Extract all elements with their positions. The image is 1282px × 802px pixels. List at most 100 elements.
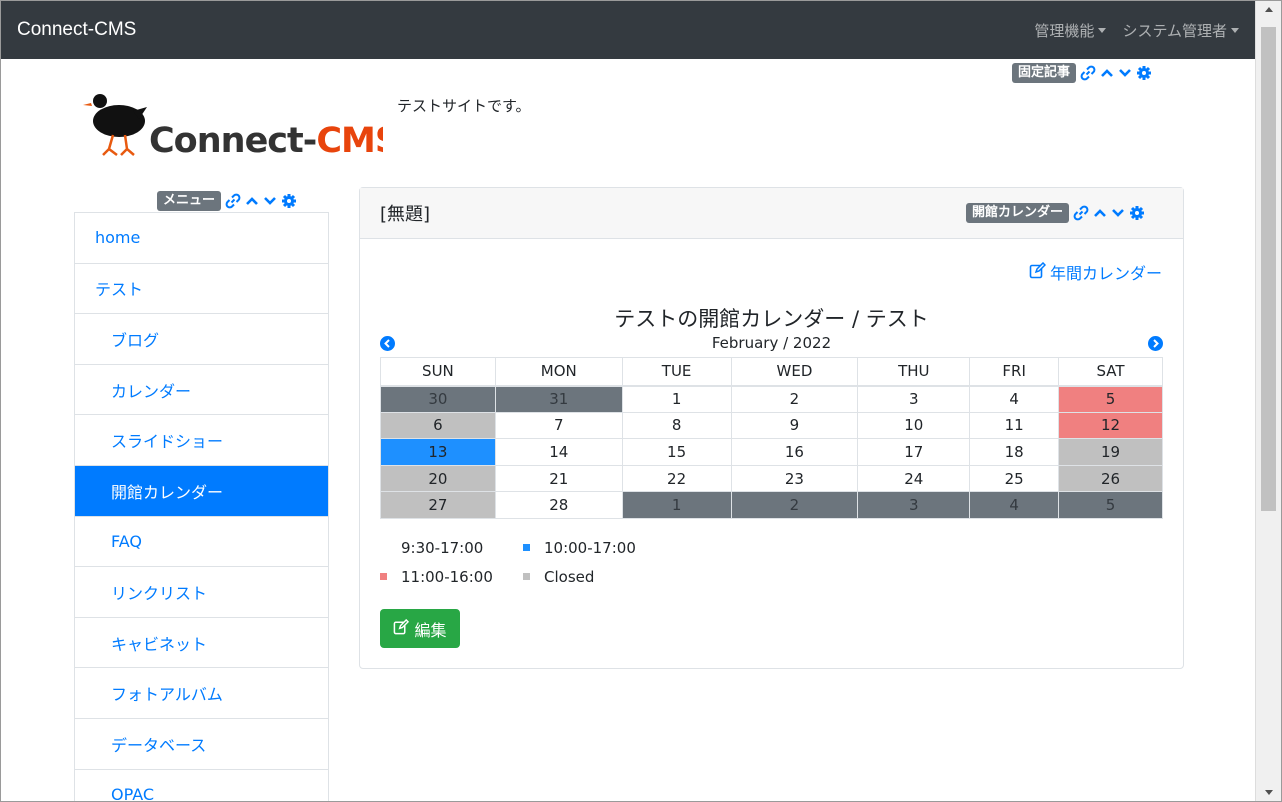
weekday-header: WED — [730, 357, 859, 387]
calendar-week-row: 6 7 8 9 10 11 12 — [380, 411, 1163, 440]
navbar-right: 管理機能 システム管理者 — [1034, 20, 1239, 41]
user-menu-dropdown[interactable]: システム管理者 — [1122, 20, 1239, 41]
calendar-day-cell: 7 — [494, 411, 623, 440]
menu-item-linklist[interactable]: リンクリスト — [75, 567, 328, 618]
next-month-button[interactable] — [1147, 335, 1163, 351]
menu-item-photoalbum[interactable]: フォトアルバム — [75, 668, 328, 719]
menu-item-blog[interactable]: ブログ — [75, 314, 328, 365]
menu-item-database[interactable]: データベース — [75, 719, 328, 770]
weekday-header: SAT — [1058, 357, 1163, 387]
menu-item-opac[interactable]: OPAC — [75, 770, 328, 801]
fixed-article-tools: 固定記事 — [1012, 63, 1152, 83]
edit-button-label: 編集 — [414, 620, 447, 640]
chevron-left-icon — [384, 338, 390, 348]
calendar-day-cell: 2 — [730, 491, 859, 519]
scrollbar-thumb[interactable] — [1261, 27, 1276, 511]
calendar-week-row: 20 21 22 23 24 25 26 — [380, 464, 1163, 493]
fixed-article-badge: 固定記事 — [1012, 63, 1077, 83]
menu-item-faq[interactable]: FAQ — [75, 517, 328, 568]
calendar-title: テストの開館カレンダー / テスト — [614, 307, 929, 331]
scroll-down-arrow[interactable] — [1256, 784, 1281, 801]
gear-icon[interactable] — [281, 193, 297, 209]
calendar-table: SUN MON TUE WED THU FRI SAT 30 31 1 2 3 4 5 6 7 8 9 10 11 1… — [380, 357, 1163, 519]
legend-swatch — [523, 544, 530, 551]
chevron-down-icon[interactable] — [1111, 206, 1125, 220]
chevron-up-icon[interactable] — [1100, 66, 1114, 80]
calendar-day-cell: 20 — [380, 464, 496, 493]
scroll-up-arrow[interactable] — [1256, 1, 1281, 18]
frame-plugin-badge: 開館カレンダー — [966, 203, 1070, 223]
weekday-header: THU — [857, 357, 971, 387]
calendar-day-cell: 24 — [857, 464, 971, 493]
link-icon[interactable] — [1080, 65, 1096, 81]
admin-menu-label: 管理機能 — [1034, 21, 1095, 40]
site-logo[interactable]: Connect-CMS — [83, 91, 400, 163]
caret-down-icon — [1098, 27, 1107, 33]
weekday-header: TUE — [621, 357, 732, 387]
legend-swatch — [380, 544, 387, 551]
calendar-day-cell: 3 — [857, 491, 971, 519]
calendar-day-cell: 19 — [1058, 438, 1163, 466]
menu-item-cabinet[interactable]: キャビネット — [75, 618, 328, 669]
admin-menu-dropdown[interactable]: 管理機能 — [1034, 20, 1107, 41]
menu-item-opening-calendar[interactable]: 開館カレンダー — [75, 465, 328, 517]
calendar-day-cell: 22 — [621, 464, 732, 493]
browser-viewport: Connect-CMS 管理機能 システム管理者 固定記事 Connect-CM… — [0, 0, 1282, 802]
user-menu-label: システム管理者 — [1122, 21, 1227, 40]
calendar-day-cell: 15 — [621, 438, 732, 466]
legend-label: 11:00-16:00 — [401, 567, 493, 586]
calendar-week-row: 27 28 1 2 3 4 5 — [380, 491, 1163, 519]
menu-item-calendar[interactable]: カレンダー — [75, 365, 328, 416]
top-navbar: Connect-CMS 管理機能 システム管理者 — [1, 1, 1255, 59]
legend-item: 11:00-16:00 — [380, 568, 523, 586]
calendar-day-cell: 23 — [730, 464, 859, 493]
site-description: テストサイトです。 — [397, 97, 531, 115]
chevron-up-icon[interactable] — [1093, 206, 1107, 220]
vertical-scrollbar[interactable] — [1255, 1, 1281, 801]
menu-item-slideshow[interactable]: スライドショー — [75, 415, 328, 466]
brand-link[interactable]: Connect-CMS — [17, 19, 136, 41]
annual-calendar-label: 年間カレンダー — [1049, 264, 1162, 283]
calendar-day-cell: 1 — [621, 385, 732, 413]
calendar-month: February / 2022 — [711, 334, 832, 352]
calendar-nav: February / 2022 — [380, 334, 1163, 352]
link-icon[interactable] — [225, 193, 241, 209]
opening-calendar-frame: [無題] 開館カレンダー 年間カレンダー テストの開館カレンダー / テスト F… — [359, 187, 1184, 669]
legend-label: 10:00-17:00 — [544, 538, 636, 557]
calendar-day-cell: 28 — [494, 491, 623, 519]
chevron-up-icon[interactable] — [245, 194, 259, 208]
calendar-day-cell: 5 — [1058, 491, 1163, 519]
gear-icon[interactable] — [1136, 65, 1152, 81]
calendar-day-cell: 12 — [1058, 411, 1163, 440]
link-icon[interactable] — [1073, 205, 1089, 221]
calendar-day-cell: 2 — [730, 385, 859, 413]
menu-item-home[interactable]: home — [75, 213, 328, 264]
calendar-day-cell: 4 — [969, 491, 1060, 519]
calendar-day-cell: 26 — [1058, 464, 1163, 493]
annual-calendar-link[interactable]: 年間カレンダー — [1029, 260, 1162, 284]
calendar-day-cell: 30 — [380, 385, 496, 413]
calendar-day-cell: 4 — [969, 385, 1060, 413]
menu-item-test[interactable]: テスト — [75, 264, 328, 315]
side-menu: home テスト ブログ カレンダー スライドショー 開館カレンダー FAQ リ… — [74, 212, 329, 801]
legend-swatch — [380, 573, 387, 580]
chevron-down-icon[interactable] — [1118, 66, 1132, 80]
edit-button[interactable]: 編集 — [380, 609, 460, 648]
calendar-day-cell: 9 — [730, 411, 859, 440]
calendar-day-cell: 21 — [494, 464, 623, 493]
gear-icon[interactable] — [1129, 205, 1145, 221]
chevron-right-icon — [1153, 338, 1159, 348]
calendar-day-cell: 14 — [494, 438, 623, 466]
calendar-day-cell: 6 — [380, 411, 496, 440]
calendar-day-cell: 16 — [730, 438, 859, 466]
legend-label: Closed — [544, 567, 595, 586]
frame-tools: 開館カレンダー — [966, 203, 1145, 223]
edit-icon — [393, 618, 410, 639]
calendar-day-cell: 13 — [380, 438, 496, 466]
prev-month-button[interactable] — [380, 335, 395, 351]
legend-label: 9:30-17:00 — [401, 538, 484, 557]
calendar-day-cell: 27 — [380, 491, 496, 519]
chevron-down-icon[interactable] — [263, 194, 277, 208]
calendar-day-cell: 31 — [494, 385, 623, 413]
calendar-day-cell: 5 — [1058, 385, 1163, 413]
